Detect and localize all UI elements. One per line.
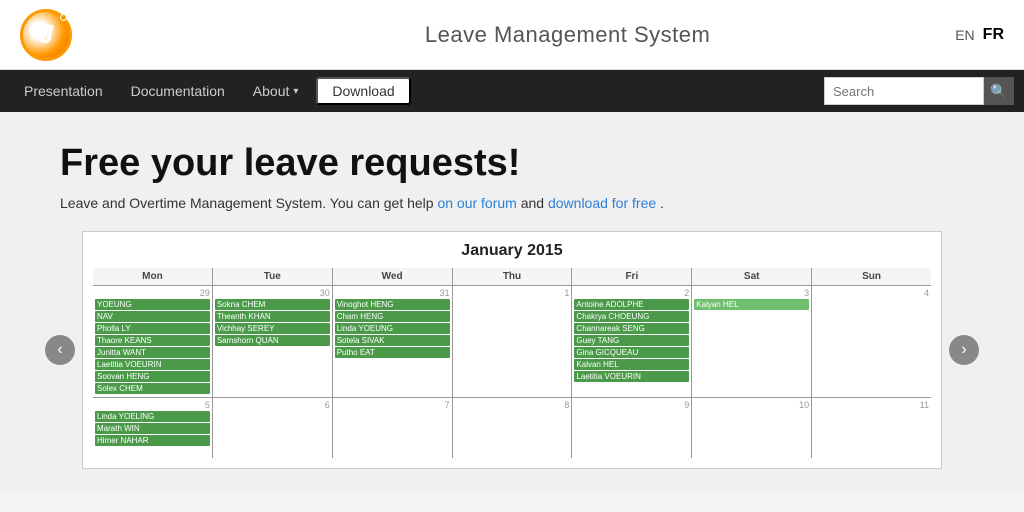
search-icon: 🔍 bbox=[990, 83, 1007, 100]
cal-cell-jan7: 7 bbox=[333, 398, 452, 458]
cal-cell-dec29: 29 YOEUNG NAV Pholla LY Thaore KEANS Jun… bbox=[93, 286, 212, 397]
hero-subtitle: Leave and Overtime Management System. Yo… bbox=[60, 195, 964, 211]
site-title: Leave Management System bbox=[180, 22, 955, 48]
cal-cell-jan5: 5 Linda YOELING Marath WIN Himer NAHAR bbox=[93, 398, 212, 458]
nav-download-button[interactable]: Download bbox=[316, 77, 410, 105]
cal-bar: Laetitia VOEURIN bbox=[95, 359, 210, 370]
cal-cell-number: 30 bbox=[215, 288, 330, 298]
cal-header-tue: Tue bbox=[213, 268, 332, 285]
nav-about[interactable]: About ▾ bbox=[239, 70, 313, 112]
cal-cell-jan9: 9 bbox=[572, 398, 691, 458]
cal-cell-number: 2 bbox=[574, 288, 689, 298]
cal-bar: Gina GICQUEAU bbox=[574, 347, 689, 358]
cal-cell-number: 6 bbox=[215, 400, 330, 410]
cal-cell-number: 31 bbox=[335, 288, 450, 298]
cal-bar: Laetitia VOEURIN bbox=[574, 371, 689, 382]
cal-cell-number: 3 bbox=[694, 288, 809, 298]
lang-en[interactable]: EN bbox=[955, 27, 974, 43]
search-button[interactable]: 🔍 bbox=[984, 77, 1014, 105]
cal-bar: Pholla LY bbox=[95, 323, 210, 334]
language-switcher: EN FR bbox=[955, 26, 1004, 44]
cal-bar: Himer NAHAR bbox=[95, 435, 210, 446]
lang-fr[interactable]: FR bbox=[983, 26, 1004, 44]
cal-cell-number: 7 bbox=[335, 400, 450, 410]
top-bar: J Leave Management System EN FR bbox=[0, 0, 1024, 70]
cal-bar: Samshorn QUAN bbox=[215, 335, 330, 346]
cal-bar: Putho EAT bbox=[335, 347, 450, 358]
cal-cell-number: 8 bbox=[455, 400, 570, 410]
hero-forum-link[interactable]: on our forum bbox=[437, 195, 516, 211]
logo-letter: J bbox=[39, 19, 53, 50]
cal-cell-number: 10 bbox=[694, 400, 809, 410]
calendar-title: January 2015 bbox=[93, 242, 931, 260]
cal-bar: Sotela SIVAK bbox=[335, 335, 450, 346]
nav-presentation[interactable]: Presentation bbox=[10, 70, 117, 112]
cal-cell-number: 4 bbox=[814, 288, 929, 298]
cal-cell-jan11: 11 bbox=[812, 398, 931, 458]
cal-bar: Kalvan HEL bbox=[574, 359, 689, 370]
search-input[interactable] bbox=[824, 77, 984, 105]
cal-cell-jan3: 3 Kalyan HEL bbox=[692, 286, 811, 397]
hero-subtitle-end: . bbox=[660, 195, 664, 211]
logo: J bbox=[20, 9, 72, 61]
nav-documentation[interactable]: Documentation bbox=[117, 70, 239, 112]
cal-header-sat: Sat bbox=[692, 268, 811, 285]
cal-header-thu: Thu bbox=[453, 268, 572, 285]
cal-cell-jan1: 1 bbox=[453, 286, 572, 397]
cal-header-sun: Sun bbox=[812, 268, 931, 285]
cal-header-mon: Mon bbox=[93, 268, 212, 285]
cal-bar: Junitta WANT bbox=[95, 347, 210, 358]
cal-bar: Solex CHEM bbox=[95, 383, 210, 394]
cal-bar: Kalyan HEL bbox=[694, 299, 809, 310]
nav-about-label: About bbox=[253, 83, 290, 99]
cal-bar: Soovan HENG bbox=[95, 371, 210, 382]
cal-header-fri: Fri bbox=[572, 268, 691, 285]
calendar-container: January 2015 Mon Tue Wed Thu Fri Sat Sun… bbox=[82, 231, 942, 469]
cal-bar: Vinoghot HENG bbox=[335, 299, 450, 310]
hero-title: Free your leave requests! bbox=[60, 142, 964, 185]
cal-cell-number: 11 bbox=[814, 400, 929, 410]
nav-items: Presentation Documentation About ▾ Downl… bbox=[10, 70, 824, 112]
cal-cell-jan6: 6 bbox=[213, 398, 332, 458]
cal-cell-number: 9 bbox=[574, 400, 689, 410]
logo-area: J bbox=[20, 9, 180, 61]
cal-bar: Channareak SENG bbox=[574, 323, 689, 334]
chevron-down-icon: ▾ bbox=[293, 86, 298, 97]
cal-cell-jan8: 8 bbox=[453, 398, 572, 458]
hero-subtitle-mid: and bbox=[521, 195, 548, 211]
cal-bar: Linda YOEUNG bbox=[335, 323, 450, 334]
logo-dot bbox=[60, 14, 67, 21]
search-area: 🔍 bbox=[824, 77, 1014, 105]
calendar-grid: Mon Tue Wed Thu Fri Sat Sun 29 YOEUNG NA… bbox=[93, 268, 931, 458]
cal-cell-jan4: 4 bbox=[812, 286, 931, 397]
cal-cell-jan2: 2 Antoine ADOLPHE Chakrya CHOEUNG Channa… bbox=[572, 286, 691, 397]
cal-bar: Antoine ADOLPHE bbox=[574, 299, 689, 310]
cal-bar: NAV bbox=[95, 311, 210, 322]
cal-bar: YOEUNG bbox=[95, 299, 210, 310]
cal-header-wed: Wed bbox=[333, 268, 452, 285]
hero-subtitle-pre: Leave and Overtime Management System. Yo… bbox=[60, 195, 437, 211]
cal-bar: Theanth KHAN bbox=[215, 311, 330, 322]
cal-cell-jan10: 10 bbox=[692, 398, 811, 458]
cal-bar: Chakrya CHOEUNG bbox=[574, 311, 689, 322]
main-content: Free your leave requests! Leave and Over… bbox=[0, 112, 1024, 492]
hero-download-link[interactable]: download for free bbox=[548, 195, 656, 211]
cal-bar: Sokna CHEM bbox=[215, 299, 330, 310]
cal-bar: Linda YOELING bbox=[95, 411, 210, 422]
cal-bar: Marath WIN bbox=[95, 423, 210, 434]
calendar-next-button[interactable]: › bbox=[949, 335, 979, 365]
cal-bar: Vichhay SEREY bbox=[215, 323, 330, 334]
navbar: Presentation Documentation About ▾ Downl… bbox=[0, 70, 1024, 112]
cal-cell-dec31: 31 Vinoghot HENG Cham HENG Linda YOEUNG … bbox=[333, 286, 452, 397]
cal-cell-dec30: 30 Sokna CHEM Theanth KHAN Vichhay SEREY… bbox=[213, 286, 332, 397]
cal-cell-number: 1 bbox=[455, 288, 570, 298]
calendar-prev-button[interactable]: ‹ bbox=[45, 335, 75, 365]
cal-bar: Cham HENG bbox=[335, 311, 450, 322]
cal-bar: Guey TANG bbox=[574, 335, 689, 346]
cal-bar: Thaore KEANS bbox=[95, 335, 210, 346]
cal-cell-number: 29 bbox=[95, 288, 210, 298]
calendar-wrapper: ‹ January 2015 Mon Tue Wed Thu Fri Sat S… bbox=[60, 231, 964, 469]
cal-cell-number: 5 bbox=[95, 400, 210, 410]
